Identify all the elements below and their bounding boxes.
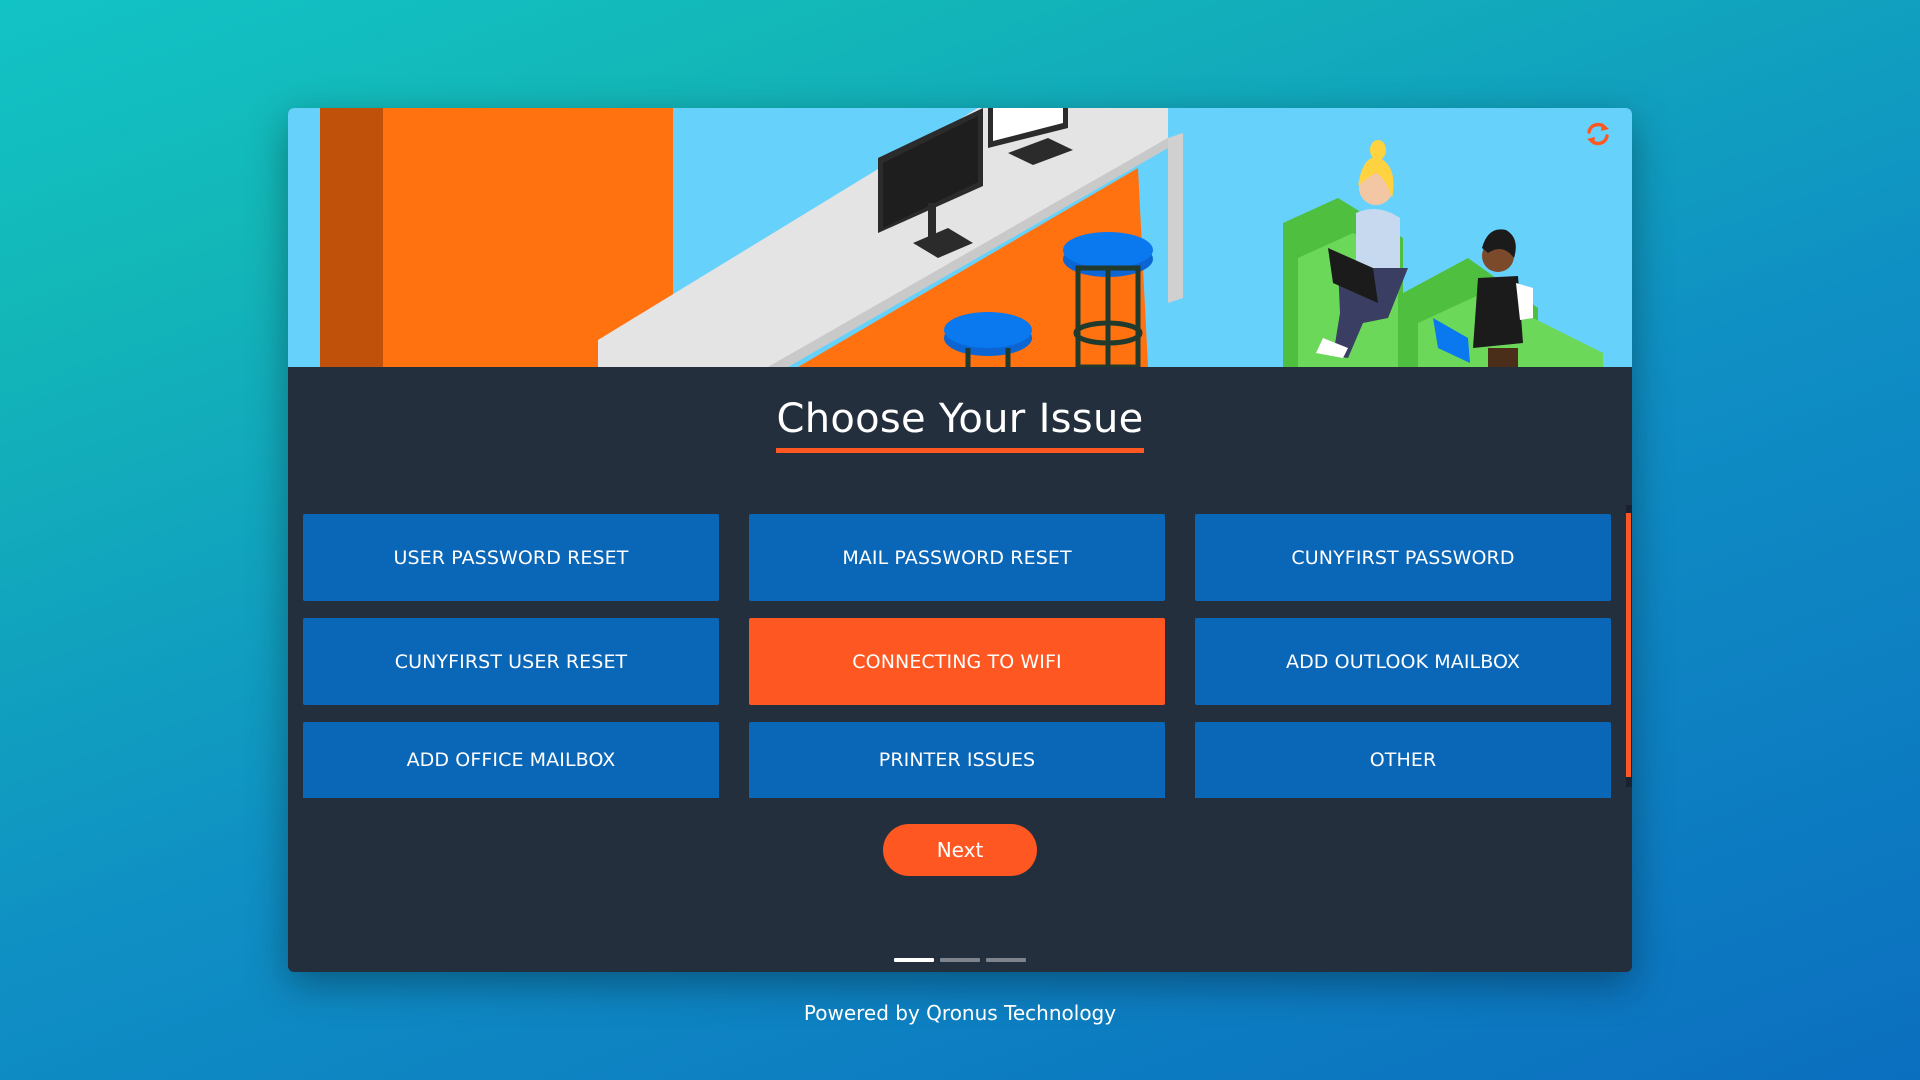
refresh-button[interactable] <box>1584 120 1618 154</box>
options-scrollbar[interactable] <box>1626 505 1632 787</box>
issue-option-cunyfirst-user-reset[interactable]: CUNYFIRST USER RESET <box>303 618 719 705</box>
page-title: Choose Your Issue <box>776 396 1144 453</box>
step-dot-3 <box>986 958 1026 962</box>
issue-option-other[interactable]: OTHER <box>1195 722 1611 798</box>
powered-by-footer: Powered by Qronus Technology <box>803 1001 1117 1025</box>
next-button[interactable]: Next <box>883 824 1037 876</box>
refresh-icon <box>1587 122 1609 146</box>
step-dot-2 <box>940 958 980 962</box>
issue-option-user-password-reset[interactable]: USER PASSWORD RESET <box>303 514 719 601</box>
issue-option-connecting-to-wifi[interactable]: CONNECTING TO WIFI <box>749 618 1165 705</box>
step-dot-1 <box>894 958 934 962</box>
issue-options-grid: USER PASSWORD RESET MAIL PASSWORD RESET … <box>303 514 1611 798</box>
issue-option-printer-issues[interactable]: PRINTER ISSUES <box>749 722 1165 798</box>
issue-option-add-office-mailbox[interactable]: ADD OFFICE MAILBOX <box>303 722 719 798</box>
step-indicator <box>288 958 1632 962</box>
issue-option-mail-password-reset[interactable]: MAIL PASSWORD RESET <box>749 514 1165 601</box>
help-desk-illustration <box>320 108 1603 367</box>
hero-banner <box>288 108 1632 367</box>
title-section: Choose Your Issue <box>288 396 1632 453</box>
kiosk-card: Choose Your Issue USER PASSWORD RESET MA… <box>288 108 1632 972</box>
issue-option-cunyfirst-password[interactable]: CUNYFIRST PASSWORD <box>1195 514 1611 601</box>
scrollbar-thumb[interactable] <box>1626 513 1631 777</box>
issue-option-add-outlook-mailbox[interactable]: ADD OUTLOOK MAILBOX <box>1195 618 1611 705</box>
